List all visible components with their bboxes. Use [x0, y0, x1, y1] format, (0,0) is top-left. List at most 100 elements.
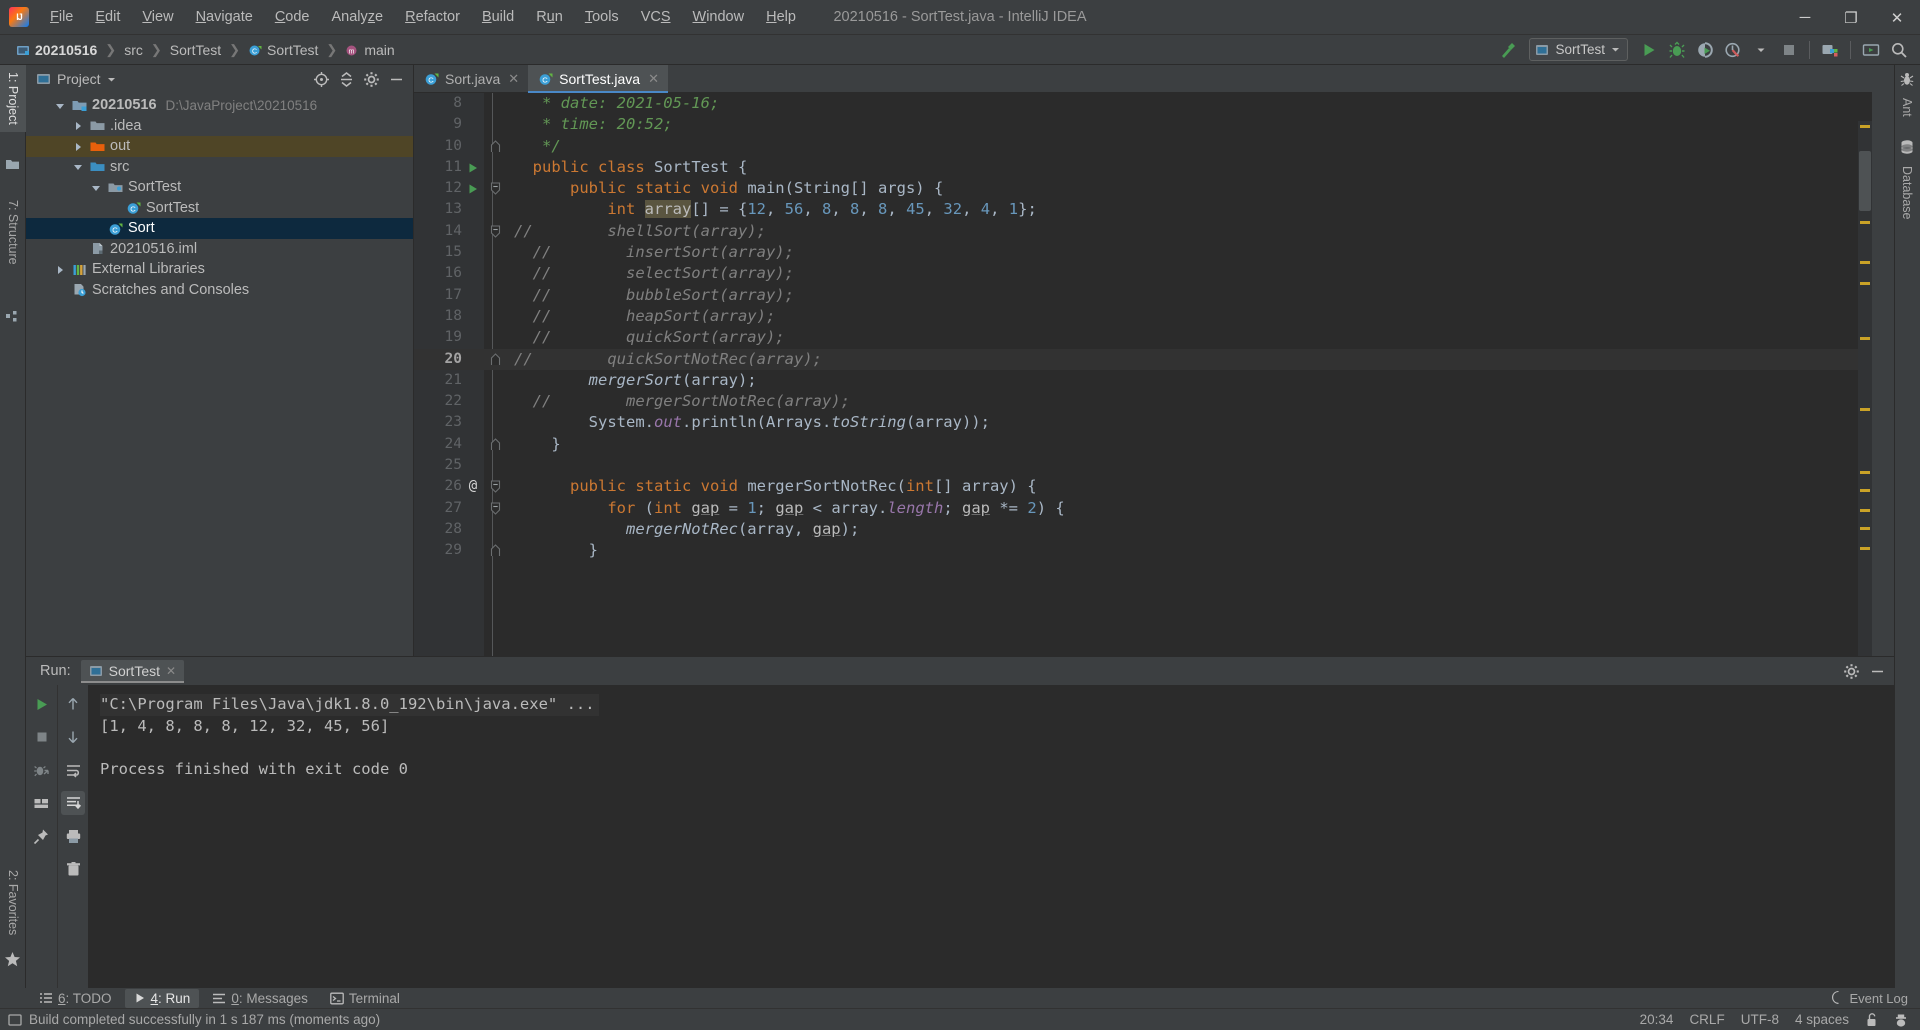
bottom-tab-todo[interactable]: 6: TODO	[30, 989, 121, 1008]
sidebar-item-structure[interactable]: 7: Structure	[0, 193, 26, 272]
editor-marker-gutter[interactable]	[1858, 121, 1872, 656]
tree-node-idea[interactable]: .idea	[26, 116, 413, 137]
rerun-failed-tests-button[interactable]	[30, 758, 54, 782]
code-line[interactable]: 15 // insertSort(array);	[414, 242, 1872, 263]
search-everywhere-icon[interactable]	[1886, 38, 1912, 62]
tree-node-out[interactable]: out	[26, 136, 413, 157]
sidebar-item-favorites[interactable]: 2: Favorites	[0, 863, 26, 942]
breadcrumb-item-class[interactable]: C SortTest	[244, 40, 322, 60]
code-line[interactable]: 27 for (int gap = 1; gap < array.length;…	[414, 498, 1872, 519]
fold-end-icon[interactable]	[484, 544, 506, 557]
menu-build[interactable]: Build	[471, 5, 525, 29]
bottom-tab-terminal[interactable]: Terminal	[321, 989, 409, 1008]
hide-panel-icon[interactable]	[385, 68, 407, 90]
menu-window[interactable]: Window	[682, 5, 756, 29]
soft-wrap-button[interactable]	[61, 758, 85, 782]
chevron-down-icon[interactable]	[107, 75, 116, 84]
tree-node-class-sorttest[interactable]: C SortTest	[26, 198, 413, 219]
bottom-tab-run[interactable]: 4: Run	[124, 988, 200, 1008]
code-line[interactable]: 12 public static void main(String[] args…	[414, 178, 1872, 199]
stop-button[interactable]	[1776, 38, 1802, 62]
menu-refactor[interactable]: Refactor	[394, 5, 471, 29]
run-button[interactable]	[1636, 38, 1662, 62]
menu-file[interactable]: File	[39, 5, 84, 29]
run-with-coverage-button[interactable]	[1692, 38, 1718, 62]
editor-tab-sort-java[interactable]: C Sort.java ✕	[414, 65, 529, 92]
run-configuration-selector[interactable]: SortTest	[1529, 38, 1628, 61]
breadcrumb-item-project[interactable]: 20210516	[12, 40, 101, 60]
minimize-button[interactable]: ─	[1782, 0, 1828, 35]
close-icon[interactable]: ✕	[648, 71, 659, 87]
menu-navigate[interactable]: Navigate	[185, 5, 264, 29]
debug-button[interactable]	[1664, 38, 1690, 62]
sidebar-item-database[interactable]: Database	[1894, 159, 1920, 227]
fold-collapse-icon[interactable]	[484, 182, 506, 196]
code-line[interactable]: 13 int array[] = {12, 56, 8, 8, 8, 45, 3…	[414, 199, 1872, 220]
fold-end-icon[interactable]	[484, 352, 506, 366]
status-indent[interactable]: 4 spaces	[1795, 1012, 1849, 1027]
code-line[interactable]: 24 }	[414, 434, 1872, 455]
menu-tools[interactable]: Tools	[574, 5, 630, 29]
fold-end-icon[interactable]	[484, 139, 506, 153]
fold-collapse-icon[interactable]	[484, 502, 506, 515]
lock-icon[interactable]	[1865, 1012, 1878, 1027]
rerun-button[interactable]	[30, 692, 54, 716]
chevron-down-icon[interactable]	[1748, 38, 1774, 62]
close-button[interactable]: ✕	[1874, 0, 1920, 35]
run-gutter-icon[interactable]	[462, 183, 484, 195]
fold-collapse-icon[interactable]	[484, 480, 506, 494]
fold-end-icon[interactable]	[484, 438, 506, 451]
project-tree[interactable]: 20210516 D:\JavaProject\20210516 .idea o…	[26, 93, 413, 656]
run-tab-sorttest[interactable]: SortTest ✕	[80, 660, 185, 683]
code-line[interactable]: 10 */	[414, 136, 1872, 157]
breadcrumb-item-package[interactable]: SortTest	[166, 40, 225, 60]
editor-tab-sorttest-java[interactable]: C SortTest.java ✕	[528, 65, 668, 93]
clear-all-button[interactable]	[61, 857, 85, 881]
tree-node-project-root[interactable]: 20210516 D:\JavaProject\20210516	[26, 95, 413, 116]
code-line[interactable]: 20 // quickSortNotRec(array);	[414, 348, 1872, 370]
code-line[interactable]: 19 // quickSort(array);	[414, 327, 1872, 348]
close-icon[interactable]: ✕	[166, 664, 176, 678]
chevron-down-icon[interactable]	[54, 99, 67, 112]
print-button[interactable]	[61, 824, 85, 848]
chevron-right-icon[interactable]	[54, 263, 67, 276]
presentation-mode-icon[interactable]	[1858, 38, 1884, 62]
status-encoding[interactable]: UTF-8	[1741, 1012, 1779, 1027]
gear-icon[interactable]	[360, 68, 382, 90]
event-log-button[interactable]: Event Log	[1830, 991, 1920, 1006]
build-project-icon[interactable]	[1495, 38, 1521, 62]
code-line[interactable]: 17 // bubbleSort(array);	[414, 285, 1872, 306]
maximize-button[interactable]: ❐	[1828, 0, 1874, 35]
code-line[interactable]: 18 // heapSort(array);	[414, 306, 1872, 327]
override-gutter-icon[interactable]: @	[462, 476, 484, 497]
code-line[interactable]: 8 * date: 2021-05-16;	[414, 93, 1872, 114]
code-line[interactable]: 29 }	[414, 540, 1872, 561]
tree-node-class-sort[interactable]: C Sort	[26, 218, 413, 239]
sidebar-item-project[interactable]: 1: Project	[0, 65, 26, 132]
up-the-stack-trace-button[interactable]	[61, 692, 85, 716]
menu-analyze[interactable]: Analyze	[321, 5, 395, 29]
bottom-tab-messages[interactable]: 0: Messages	[203, 989, 317, 1008]
fold-collapse-icon[interactable]	[484, 225, 506, 238]
collapse-all-icon[interactable]	[335, 68, 357, 90]
chevron-down-icon[interactable]	[72, 160, 85, 173]
sidebar-item-ant[interactable]: Ant	[1894, 91, 1920, 124]
chevron-right-icon[interactable]	[72, 140, 85, 153]
menu-help[interactable]: Help	[755, 5, 807, 29]
breadcrumb-item-method[interactable]: m main	[341, 40, 398, 60]
tree-node-src[interactable]: src	[26, 157, 413, 178]
tree-node-package-sorttest[interactable]: SortTest	[26, 177, 413, 198]
scroll-to-end-button[interactable]	[61, 791, 85, 815]
stop-button[interactable]	[30, 725, 54, 749]
code-line[interactable]: 28 mergerNotRec(array, gap);	[414, 519, 1872, 540]
code-editor[interactable]: 8 * date: 2021-05-16; 9 * time: 20:52; 10 …	[414, 93, 1872, 656]
breadcrumb-item-src[interactable]: src	[120, 40, 147, 60]
menu-view[interactable]: View	[131, 5, 184, 29]
code-line[interactable]: 16 // selectSort(array);	[414, 263, 1872, 284]
code-line[interactable]: 14 // shellSort(array);	[414, 221, 1872, 242]
run-gutter-icon[interactable]	[462, 162, 484, 174]
menu-code[interactable]: Code	[264, 5, 321, 29]
status-message-area[interactable]: Build completed successfully in 1 s 187 …	[8, 1012, 380, 1027]
run-console-output[interactable]: "C:\Program Files\Java\jdk1.8.0_192\bin\…	[88, 685, 1894, 988]
close-icon[interactable]: ✕	[508, 71, 519, 87]
